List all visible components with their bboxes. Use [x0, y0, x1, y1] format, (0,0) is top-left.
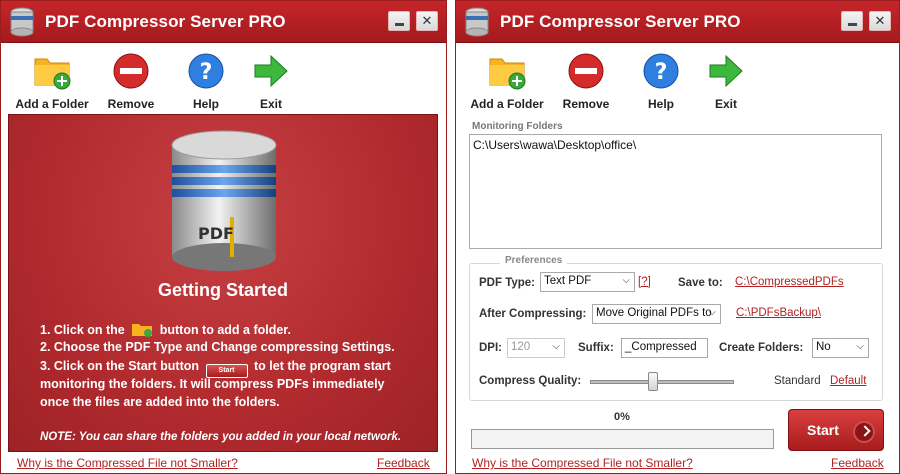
remove-button[interactable]: Remove	[548, 51, 624, 111]
add-folder-label: Add a Folder	[15, 97, 89, 111]
remove-icon	[568, 53, 604, 89]
toolbar: Add a Folder Remove ? Help Exit	[1, 51, 446, 113]
dpi-label: DPI:	[479, 342, 502, 354]
backup-path-link[interactable]: C:\PDFsBackup\	[736, 307, 821, 319]
app-database-icon	[10, 7, 34, 37]
step-1-text-a: 1. Click on the	[40, 323, 125, 337]
start-arrow-icon	[853, 421, 875, 443]
dpi-select[interactable]: 120 ⌵	[507, 338, 565, 358]
exit-label: Exit	[259, 97, 282, 111]
title-bar[interactable]: PDF Compressor Server PRO ✕	[1, 1, 446, 43]
after-compressing-value: Move Original PDFs to	[596, 307, 712, 319]
main-window-getting-started: PDF Compressor Server PRO ✕ Add a Folder…	[0, 0, 447, 474]
minimize-button[interactable]	[841, 11, 863, 31]
add-folder-icon	[489, 58, 526, 90]
progress-bar	[471, 429, 774, 449]
feedback-link[interactable]: Feedback	[377, 456, 430, 470]
quality-level-text: Standard	[774, 375, 821, 387]
save-to-label: Save to:	[678, 277, 723, 289]
app-database-icon	[465, 7, 489, 37]
title-bar[interactable]: PDF Compressor Server PRO ✕	[456, 1, 899, 43]
step-3-line-3: once the files are added into the folder…	[40, 395, 280, 409]
start-label: Start	[807, 422, 839, 438]
step-3: 3. Click on the Start button Start to le…	[40, 359, 391, 378]
progress-percent: 0%	[614, 411, 630, 423]
inline-start-button-icon: Start	[205, 364, 248, 378]
window-title: PDF Compressor Server PRO	[500, 12, 741, 31]
feedback-link[interactable]: Feedback	[831, 456, 884, 470]
close-button[interactable]: ✕	[416, 11, 438, 31]
db-pdf-label: PDF	[198, 224, 234, 243]
add-folder-icon	[34, 58, 71, 90]
chevron-down-icon: ⌵	[622, 275, 630, 286]
create-folders-value: No	[816, 341, 831, 353]
suffix-input[interactable]: _Compressed	[621, 338, 708, 358]
remove-label: Remove	[107, 97, 155, 111]
step-3-text-b: to let the program start	[254, 359, 391, 373]
default-quality-link[interactable]: Default	[830, 375, 866, 387]
dpi-value: 120	[511, 341, 531, 353]
suffix-label: Suffix:	[578, 342, 614, 354]
remove-label: Remove	[562, 97, 610, 111]
monitoring-folders-label: Monitoring Folders	[472, 121, 563, 132]
pdf-type-label: PDF Type:	[479, 277, 536, 289]
after-compressing-select[interactable]: Move Original PDFs to ⌵	[592, 304, 721, 324]
folder-list-item[interactable]: C:\Users\wawa\Desktop\office\	[473, 138, 878, 152]
remove-button[interactable]: Remove	[93, 51, 169, 111]
exit-arrow-icon	[709, 54, 743, 88]
why-not-smaller-link[interactable]: Why is the Compressed File not Smaller?	[472, 456, 693, 470]
preferences-title: Preferences	[500, 255, 568, 266]
exit-arrow-icon	[254, 54, 288, 88]
add-folder-button[interactable]: Add a Folder	[469, 51, 545, 111]
step-3-text-a: 3. Click on the Start button	[40, 359, 200, 373]
help-icon: ?	[643, 53, 679, 89]
step-1-text-b: button to add a folder.	[159, 323, 291, 337]
compress-quality-slider-thumb[interactable]	[648, 372, 659, 391]
add-folder-label: Add a Folder	[470, 97, 544, 111]
step-2: 2. Choose the PDF Type and Change compre…	[40, 340, 395, 354]
toolbar: Add a Folder Remove ? Help Exit	[456, 51, 899, 113]
chevron-down-icon: ⌵	[708, 307, 716, 318]
exit-button[interactable]: Exit	[688, 51, 764, 111]
svg-text:?: ?	[200, 60, 213, 85]
exit-button[interactable]: Exit	[233, 51, 309, 111]
compress-quality-label: Compress Quality:	[479, 375, 582, 387]
save-to-path-link[interactable]: C:\CompressedPDFs	[735, 276, 844, 288]
help-icon: ?	[188, 53, 224, 89]
pdf-type-select[interactable]: Text PDF ⌵	[540, 272, 635, 292]
chevron-down-icon: ⌵	[552, 341, 560, 352]
pdf-database-icon: PDF	[171, 130, 277, 271]
exit-label: Exit	[714, 97, 737, 111]
compress-quality-slider-track[interactable]	[590, 380, 734, 384]
main-window-monitoring: PDF Compressor Server PRO ✕ Add a Folder…	[455, 0, 900, 474]
step-1: 1. Click on the button to add a folder.	[40, 321, 291, 337]
svg-text:?: ?	[655, 60, 668, 85]
close-button[interactable]: ✕	[869, 11, 891, 31]
add-folder-button[interactable]: Add a Folder	[14, 51, 90, 111]
getting-started-heading: Getting Started	[157, 280, 288, 300]
inline-add-folder-icon	[132, 324, 153, 337]
share-note: NOTE: You can share the folders you adde…	[40, 431, 402, 443]
window-title: PDF Compressor Server PRO	[45, 12, 286, 31]
pdf-type-value: Text PDF	[544, 275, 592, 287]
minimize-button[interactable]	[388, 11, 410, 31]
why-not-smaller-link[interactable]: Why is the Compressed File not Smaller?	[17, 456, 238, 470]
getting-started-panel: PDF Getting Started 1. Click on the butt…	[8, 114, 438, 452]
start-button[interactable]: Start	[788, 409, 884, 451]
chevron-down-icon: ⌵	[856, 341, 864, 352]
create-folders-label: Create Folders:	[719, 342, 804, 354]
pdf-type-help-link[interactable]: [?]	[638, 276, 651, 288]
monitoring-folders-list[interactable]: C:\Users\wawa\Desktop\office\	[469, 134, 882, 249]
step-3-line-2: monitoring the folders. It will compress…	[40, 377, 385, 391]
remove-icon	[113, 53, 149, 89]
after-compressing-label: After Compressing:	[479, 308, 587, 320]
create-folders-select[interactable]: No ⌵	[812, 338, 869, 358]
